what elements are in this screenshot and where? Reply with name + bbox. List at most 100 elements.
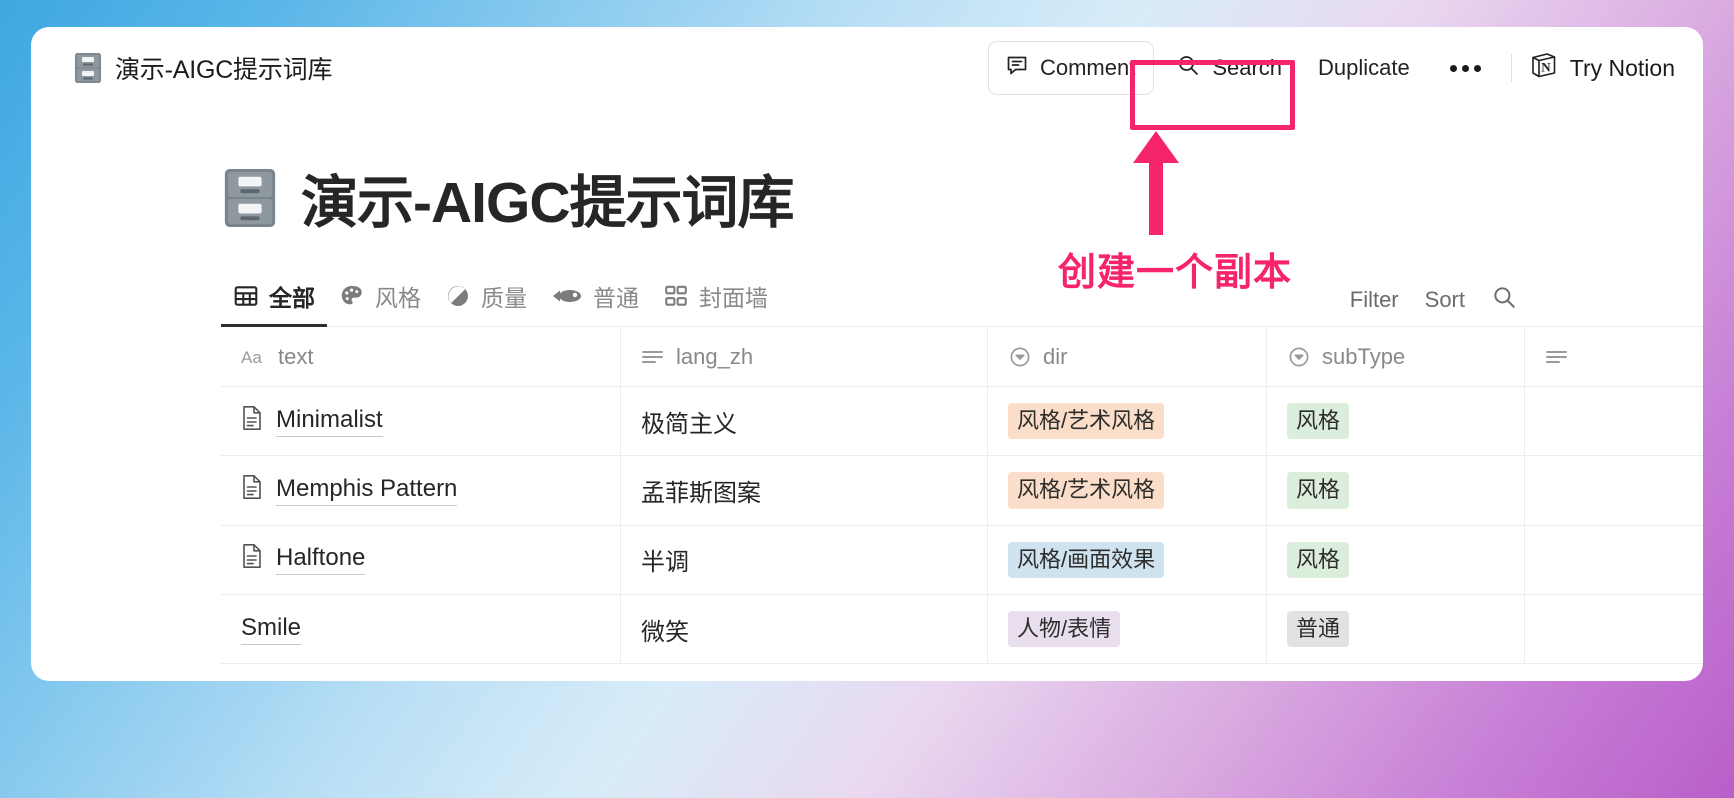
cell-text[interactable]: Memphis Pattern [221,456,621,525]
document-icon [241,474,263,507]
column-header-dir[interactable]: dir [988,327,1267,386]
table-row[interactable]: Minimalist 极简主义 风格/艺术风格 风格 [221,387,1703,457]
cell-extra[interactable] [1525,387,1703,455]
table-row[interactable]: Memphis Pattern 孟菲斯图案 风格/艺术风格 风格 [221,456,1703,526]
view-controls: Filter Sort [1350,284,1517,326]
row-title-label: Smile [241,614,302,645]
tab-style[interactable]: 风格 [327,273,433,327]
cell-dir[interactable]: 人物/表情 [988,594,1267,664]
cell-subtype[interactable]: 风格 [1267,456,1525,525]
column-header-text[interactable]: Aa text [221,327,621,386]
row-title-label: Memphis Pattern [276,475,458,506]
cell-text[interactable]: Minimalist [221,387,621,456]
column-header-lang-zh-label: lang_zh [676,343,754,369]
table-header-row: Aa text lang_zh dir subType [221,327,1703,387]
tab-normal-label: 普通 [593,285,639,311]
cell-text[interactable]: Smile [221,594,621,664]
column-header-lang-zh[interactable]: lang_zh [621,327,988,386]
file-cabinet-emoji [73,52,103,84]
cell-subtype[interactable]: 风格 [1267,387,1525,456]
filter-button[interactable]: Filter [1350,287,1399,313]
cell-extra[interactable] [1525,595,1703,663]
cell-dir[interactable]: 风格/画面效果 [988,525,1267,594]
column-header-subtype-label: subType [1322,343,1406,369]
more-options-button[interactable] [1432,57,1495,80]
cell-dir[interactable]: 风格/艺术风格 [988,387,1267,456]
text-lines-icon [1545,347,1569,367]
ellipsis-icon [1461,64,1469,72]
notion-window: 演示-AIGC提示词库 Comment Search Duplicate N T… [31,27,1703,681]
annotation-label: 创建一个副本 [1058,252,1293,294]
top-bar: 演示-AIGC提示词库 Comment Search Duplicate N T… [31,27,1703,109]
tab-normal[interactable]: 普通 [539,273,651,327]
contrast-circle-icon [445,283,471,309]
sort-button[interactable]: Sort [1425,287,1465,313]
tab-gallery-label: 封面墙 [699,285,768,311]
view-tabs: 全部 风格 质量 普通 封面墙 Filter Sort [221,273,1703,327]
cell-extra[interactable] [1525,456,1703,524]
comment-button[interactable]: Comment [987,41,1155,95]
ellipsis-icon [1473,64,1481,72]
top-bar-actions: Comment Search Duplicate N Try Notion [987,41,1681,95]
svg-text:Aa: Aa [241,348,262,367]
page-body: 演示-AIGC提示词库 全部 风格 质量 普通 封面墙 Filter Sort … [31,157,1703,665]
try-notion-label: Try Notion [1569,54,1675,81]
select-chevron-icon [1287,345,1311,369]
palette-icon [339,283,365,309]
table-row[interactable]: Halftone 半调 风格/画面效果 风格 [221,525,1703,595]
cell-text[interactable]: Halftone [221,525,621,594]
dir-tag: 风格/艺术风格 [1008,472,1165,509]
tab-quality-label: 质量 [481,285,527,311]
column-header-subtype[interactable]: subType [1267,327,1525,386]
ellipsis-icon [1449,64,1457,72]
tab-gallery[interactable]: 封面墙 [651,273,780,327]
search-button-label: Search [1212,55,1283,80]
cell-subtype[interactable]: 普通 [1267,594,1525,664]
try-notion-button[interactable]: N Try Notion [1528,50,1681,86]
breadcrumb[interactable]: 演示-AIGC提示词库 [73,50,332,86]
text-lines-icon [641,347,665,367]
tab-all-label: 全部 [269,285,315,311]
breadcrumb-title: 演示-AIGC提示词库 [115,56,333,84]
notion-cube-icon: N [1528,50,1558,86]
document-icon [241,543,263,576]
column-header-text-label: text [278,343,314,369]
cell-lang-zh[interactable]: 孟菲斯图案 [621,456,988,525]
duplicate-button[interactable]: Duplicate [1296,47,1432,89]
gallery-icon [663,283,689,309]
database-table: Aa text lang_zh dir subType Minimalist 极… [221,327,1703,665]
table-search-icon[interactable] [1491,284,1517,316]
cell-extra[interactable] [1525,526,1703,594]
column-header-dir-label: dir [1043,343,1068,369]
subtype-tag: 风格 [1287,541,1350,578]
cell-dir[interactable]: 风格/艺术风格 [988,456,1267,525]
duplicate-button-label: Duplicate [1318,55,1410,80]
row-title-label: Minimalist [276,406,383,437]
tab-style-label: 风格 [375,285,421,311]
table-row[interactable]: Smile 微笑 人物/表情 普通 [221,594,1703,665]
document-icon [241,405,263,438]
dir-tag: 风格/画面效果 [1008,541,1165,578]
page-title-row: 演示-AIGC提示词库 [221,157,1703,239]
dir-tag: 人物/表情 [1008,610,1121,648]
search-button[interactable]: Search [1154,45,1296,91]
fish-icon [551,284,583,308]
subtype-tag: 风格 [1287,403,1350,440]
column-header-extra[interactable] [1525,327,1703,386]
comment-icon [1005,53,1029,83]
select-chevron-icon [1008,345,1032,369]
toolbar-divider [1510,54,1512,82]
tab-all[interactable]: 全部 [221,273,327,327]
cell-lang-zh[interactable]: 半调 [621,525,988,594]
subtype-tag: 风格 [1287,472,1350,509]
cell-lang-zh[interactable]: 极简主义 [621,387,988,456]
row-title-label: Halftone [276,544,366,576]
cell-lang-zh[interactable]: 微笑 [621,594,988,664]
cell-subtype[interactable]: 风格 [1267,525,1525,594]
dir-tag: 风格/艺术风格 [1008,403,1165,440]
tab-quality[interactable]: 质量 [433,273,539,327]
page-title: 演示-AIGC提示词库 [301,171,794,235]
table-icon [233,283,259,309]
search-icon [1176,53,1200,83]
comment-button-label: Comment [1039,55,1136,80]
